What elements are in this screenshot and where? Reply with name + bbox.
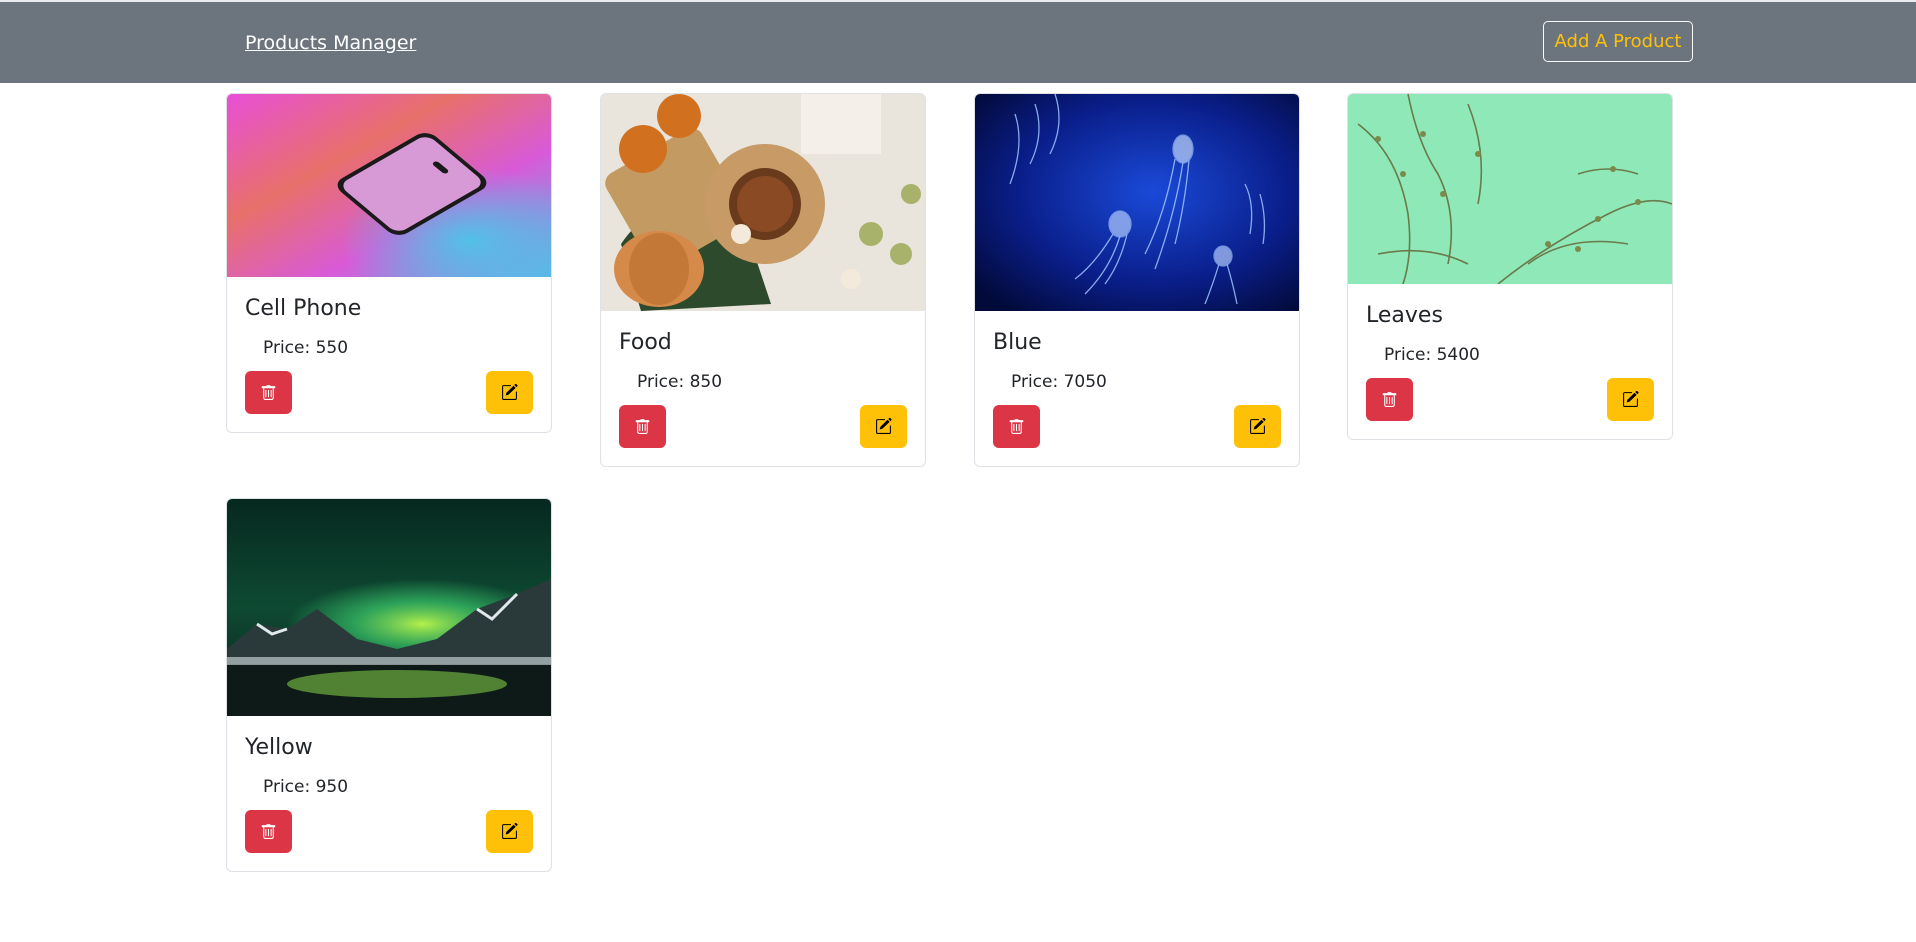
product-image-leaves: [1348, 94, 1672, 284]
product-name: Food: [619, 330, 672, 355]
delete-button[interactable]: [619, 405, 666, 448]
product-image-jellyfish: [975, 94, 1299, 311]
product-price: Price: 850: [637, 372, 723, 392]
trash-icon: [261, 824, 276, 839]
edit-icon: [1250, 418, 1266, 434]
edit-button[interactable]: [486, 810, 533, 853]
brand-link[interactable]: Products Manager: [245, 32, 416, 54]
product-image-food: [601, 94, 925, 311]
edit-icon: [502, 384, 518, 400]
product-card: Leaves Price: 5400: [1347, 93, 1673, 440]
product-price: Price: 7050: [1011, 372, 1107, 392]
product-name: Blue: [993, 330, 1042, 355]
trash-icon: [1009, 419, 1024, 434]
product-name: Yellow: [245, 735, 313, 760]
product-name: Cell Phone: [245, 296, 362, 321]
delete-button[interactable]: [245, 810, 292, 853]
product-card: Yellow Price: 950: [226, 498, 552, 872]
product-card: Cell Phone Price: 550: [226, 93, 552, 433]
product-name: Leaves: [1366, 303, 1443, 328]
delete-button[interactable]: [993, 405, 1040, 448]
product-price: Price: 550: [263, 338, 349, 358]
trash-icon: [1382, 392, 1397, 407]
edit-button[interactable]: [860, 405, 907, 448]
edit-icon: [1623, 391, 1639, 407]
product-image-phone: [227, 94, 551, 277]
trash-icon: [635, 419, 650, 434]
edit-icon: [876, 418, 892, 434]
product-price: Price: 5400: [1384, 345, 1480, 365]
delete-button[interactable]: [245, 371, 292, 414]
trash-icon: [261, 385, 276, 400]
product-image-aurora: [227, 499, 551, 716]
edit-button[interactable]: [1234, 405, 1281, 448]
product-card: Blue Price: 7050: [974, 93, 1300, 467]
edit-button[interactable]: [1607, 378, 1654, 421]
delete-button[interactable]: [1366, 378, 1413, 421]
product-price: Price: 950: [263, 777, 349, 797]
add-product-button[interactable]: Add A Product: [1543, 21, 1693, 62]
edit-icon: [502, 823, 518, 839]
edit-button[interactable]: [486, 371, 533, 414]
product-card: Food Price: 850: [600, 93, 926, 467]
navbar: Products Manager Add A Product: [0, 0, 1916, 83]
